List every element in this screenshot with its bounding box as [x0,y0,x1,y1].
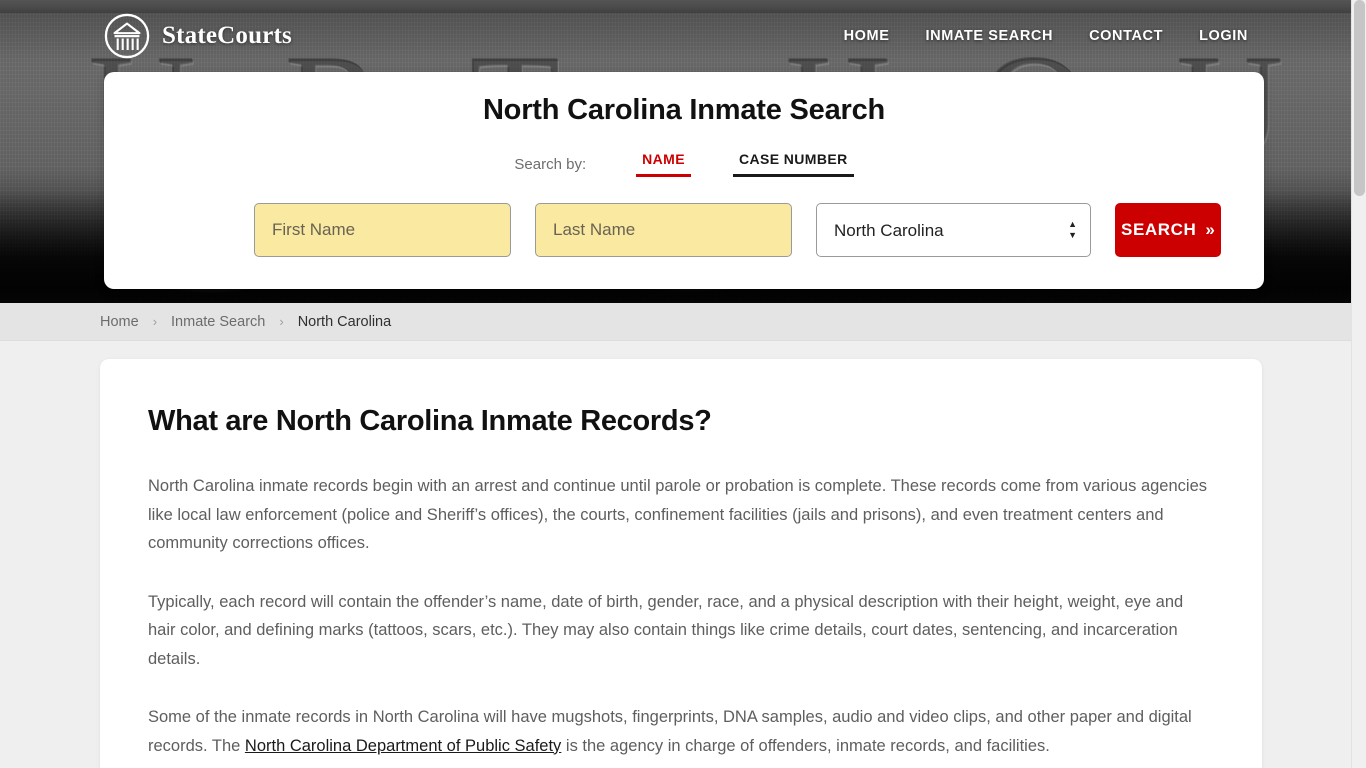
search-form: North Carolina ▲▼ SEARCH » [104,203,1264,257]
breadcrumb-item-inmate-search[interactable]: Inmate Search [171,314,265,330]
last-name-input[interactable] [535,203,792,257]
nav-item-login[interactable]: LOGIN [1199,28,1248,44]
brand-name: StateCourts [162,22,292,49]
breadcrumb: Home › Inmate Search › North Carolina [0,303,1366,341]
tab-search-by-case-number[interactable]: CASE NUMBER [732,150,854,177]
paragraph-3-text-after: is the agency in charge of offenders, in… [561,736,1050,755]
nav-item-inmate-search[interactable]: INMATE SEARCH [926,28,1054,44]
top-navigation: StateCourts HOME INMATE SEARCH CONTACT L… [0,0,1366,72]
article-paragraph-1: North Carolina inmate records begin with… [148,477,1207,552]
courthouse-circle-icon [104,13,150,59]
first-name-input[interactable] [254,203,511,257]
search-button[interactable]: SEARCH » [1115,203,1222,257]
double-chevron-right-icon: » [1205,220,1216,239]
state-select-wrapper: North Carolina ▲ ▼ [816,203,1091,257]
search-by-label: Search by: [514,156,587,173]
breadcrumb-item-current: North Carolina [297,313,392,330]
search-button-label: SEARCH [1121,220,1197,239]
article-paragraph-3: Some of the inmate records in North Caro… [148,703,1213,760]
breadcrumb-item-home[interactable]: Home [100,314,139,330]
article-paragraph-2: Typically, each record will contain the … [148,592,1184,668]
content-area: What are North Carolina Inmate Records? … [0,341,1366,768]
scrollbar-thumb[interactable] [1354,0,1365,196]
article-card: What are North Carolina Inmate Records? … [100,359,1262,768]
hero-banner: C O U R T · H O U S E StateCourts HOME I… [0,0,1366,303]
nav-item-home[interactable]: HOME [844,28,890,44]
search-by-row: Search by: NAME CASE NUMBER [104,150,1264,177]
dps-link[interactable]: North Carolina Department of Public Safe… [245,737,561,755]
breadcrumb-separator-icon: › [152,314,158,329]
inmate-search-card: North Carolina Inmate Search Search by: … [104,72,1264,289]
nav-links: HOME INMATE SEARCH CONTACT LOGIN [844,28,1248,44]
brand-logo-link[interactable]: StateCourts [104,13,292,59]
state-select[interactable]: North Carolina [816,203,1091,257]
tab-search-by-name[interactable]: NAME [636,150,691,177]
page-scrollbar[interactable] [1351,0,1366,768]
nav-item-contact[interactable]: CONTACT [1089,28,1163,44]
breadcrumb-separator-icon: › [279,314,284,329]
page-title: What are North Carolina Inmate Records? [148,405,712,437]
search-card-title: North Carolina Inmate Search [482,94,886,126]
